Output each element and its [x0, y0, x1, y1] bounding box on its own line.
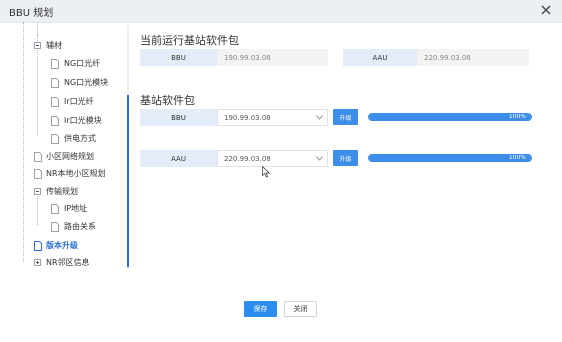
bbu-version-select[interactable]: 190.99.03.08: [217, 109, 328, 126]
package-aau-label: AAU: [140, 150, 217, 167]
bbu-version-value: 190.99.03.08: [224, 113, 271, 122]
document-icon: [34, 169, 42, 179]
tree-item-transport[interactable]: 传输规划: [46, 186, 78, 197]
package-section-title: 基站软件包: [140, 94, 195, 107]
close-icon[interactable]: [539, 3, 553, 17]
close-button[interactable]: 关闭: [284, 301, 317, 317]
document-icon: [51, 116, 59, 126]
tree-connector: [37, 22, 38, 35]
mouse-cursor-icon: [262, 166, 270, 178]
document-icon: [34, 241, 42, 251]
chevron-down-icon: [316, 115, 323, 120]
document-icon: [51, 222, 59, 232]
nav-tree: 辅材 NG口光纤 NG口光模块 Ir口光纤 Ir口光模块 供电方式 小区网络规划…: [0, 22, 128, 272]
collapse-toggle-icon[interactable]: [34, 42, 41, 49]
tree-item-version-upgrade[interactable]: 版本升级: [46, 240, 78, 251]
save-button[interactable]: 保存: [244, 301, 277, 317]
aau-version-select[interactable]: 220.99.03.08: [217, 150, 328, 167]
tree-item-ip-address[interactable]: IP地址: [64, 203, 87, 214]
document-icon: [51, 97, 59, 107]
tree-connector: [23, 22, 24, 262]
tree-item-cell-network[interactable]: 小区网络规划: [46, 151, 94, 162]
document-icon: [51, 59, 59, 69]
tree-item-ng-module[interactable]: NG口光模块: [64, 77, 108, 88]
tree-connector: [37, 191, 38, 225]
bbu-upgrade-button[interactable]: 升级: [333, 109, 358, 125]
current-bbu-value: 190.99.03.08: [217, 49, 328, 66]
bbu-progress-fill: [369, 114, 531, 120]
package-bbu-label: BBU: [140, 109, 217, 126]
collapse-toggle-icon[interactable]: [34, 188, 41, 195]
tree-item-nr-neighbor[interactable]: NR邻区信息: [46, 257, 90, 268]
tree-item-route[interactable]: 路由关系: [64, 221, 96, 232]
tree-connector: [37, 35, 38, 135]
tree-item-ir-fiber[interactable]: Ir口光纤: [64, 96, 94, 107]
aau-version-value: 220.99.03.08: [224, 154, 271, 163]
current-package-title: 当前运行基站软件包: [140, 34, 239, 47]
tree-item-ir-module[interactable]: Ir口光模块: [64, 115, 102, 126]
tree-item-fucai[interactable]: 辅材: [46, 40, 62, 51]
tree-item-nr-local-cell[interactable]: NR本地小区规划: [46, 168, 106, 179]
chevron-down-icon: [316, 156, 323, 161]
aau-upgrade-button[interactable]: 升级: [333, 150, 358, 166]
current-aau-label: AAU: [343, 49, 417, 66]
current-bbu-label: BBU: [140, 49, 217, 66]
aau-progress-fill: [369, 155, 531, 161]
title-bar: BBU 规划: [0, 0, 562, 23]
document-icon: [51, 78, 59, 88]
bbu-progress-bar: 100%: [368, 113, 532, 121]
window-title: BBU 规划: [9, 8, 54, 19]
document-icon: [51, 134, 59, 144]
bbu-progress-text: 100%: [508, 113, 526, 120]
aau-progress-bar: 100%: [368, 154, 532, 162]
tree-item-ng-fiber[interactable]: NG口光纤: [64, 58, 100, 69]
tree-scrollbar-thumb[interactable]: [127, 95, 129, 267]
expand-toggle-icon[interactable]: [34, 259, 41, 266]
document-icon: [51, 204, 59, 214]
tree-item-power[interactable]: 供电方式: [64, 133, 96, 144]
aau-progress-text: 100%: [508, 154, 526, 161]
document-icon: [34, 152, 42, 162]
current-aau-value: 220.99.03.08: [417, 49, 529, 66]
